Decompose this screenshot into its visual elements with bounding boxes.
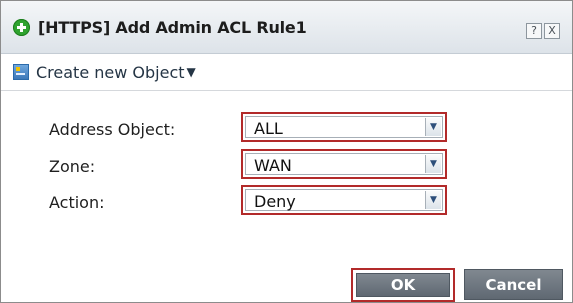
address-object-select-box: ALL ▼ bbox=[245, 116, 443, 138]
action-select-box: Deny ▼ bbox=[245, 189, 443, 211]
zone-value: WAN bbox=[254, 156, 292, 175]
zone-select-box: WAN ▼ bbox=[245, 153, 443, 175]
action-select[interactable]: Deny ▼ bbox=[241, 185, 447, 215]
zone-row: Zone: WAN ▼ bbox=[1, 149, 572, 183]
dialog-toolbar: Create new Object ▼ bbox=[1, 54, 572, 91]
zone-select[interactable]: WAN ▼ bbox=[241, 149, 447, 179]
dialog-titlebar: [HTTPS] Add Admin ACL Rule1 ? X bbox=[1, 1, 572, 54]
address-object-select[interactable]: ALL ▼ bbox=[241, 112, 447, 142]
titlebar-buttons: ? X bbox=[526, 23, 560, 39]
create-new-object-label: Create new Object bbox=[36, 62, 185, 82]
action-label: Action: bbox=[49, 193, 105, 212]
object-icon bbox=[13, 64, 29, 80]
add-admin-acl-rule-dialog: [HTTPS] Add Admin ACL Rule1 ? X Create n… bbox=[0, 0, 573, 303]
cancel-button[interactable]: Cancel bbox=[464, 269, 563, 300]
address-object-label: Address Object: bbox=[49, 120, 176, 139]
create-new-object-menu[interactable]: Create new Object ▼ bbox=[13, 63, 196, 82]
chevron-down-icon[interactable]: ▼ bbox=[425, 118, 441, 136]
ok-button[interactable]: OK bbox=[356, 273, 450, 297]
zone-label: Zone: bbox=[49, 157, 96, 176]
address-object-value: ALL bbox=[254, 119, 283, 138]
address-object-row: Address Object: ALL ▼ bbox=[1, 112, 572, 146]
dropdown-caret-icon: ▼ bbox=[186, 65, 196, 79]
action-value: Deny bbox=[254, 192, 296, 211]
action-row: Action: Deny ▼ bbox=[1, 185, 572, 219]
ok-button-highlight: OK bbox=[351, 268, 455, 302]
add-circle-icon bbox=[13, 18, 30, 36]
dialog-title: [HTTPS] Add Admin ACL Rule1 bbox=[38, 17, 307, 37]
chevron-down-icon[interactable]: ▼ bbox=[425, 191, 441, 209]
help-button[interactable]: ? bbox=[526, 23, 542, 39]
close-button[interactable]: X bbox=[544, 23, 560, 39]
chevron-down-icon[interactable]: ▼ bbox=[425, 155, 441, 173]
dialog-footer: OK Cancel bbox=[1, 268, 572, 302]
